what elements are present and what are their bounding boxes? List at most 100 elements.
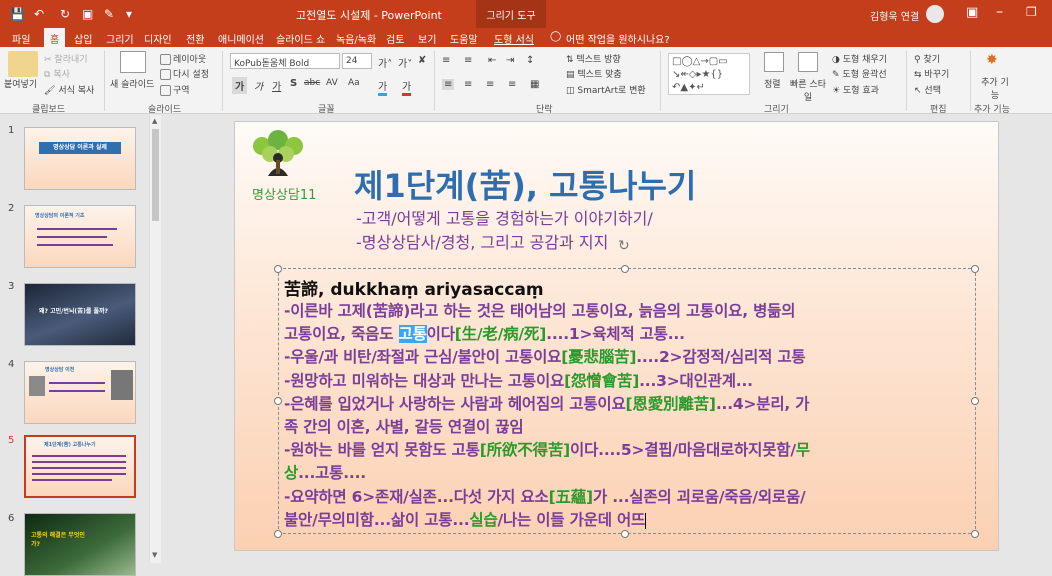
resize-handle[interactable] xyxy=(621,530,629,538)
touch-mode-icon[interactable]: ✎ xyxy=(104,7,114,21)
align-center-icon[interactable]: ≡ xyxy=(464,79,472,90)
shape-fill-button[interactable]: ◑ 도형 채우기 xyxy=(832,52,887,65)
scroll-thumb[interactable] xyxy=(152,129,159,221)
justify-icon[interactable]: ≡ xyxy=(508,79,516,90)
user-name[interactable]: 김형욱 연결 xyxy=(870,8,919,23)
restore-icon[interactable]: ❐ xyxy=(1026,5,1037,19)
slide-thumbnail-5-selected[interactable]: 제1단계(苦) 고통나누기 xyxy=(24,435,136,498)
tab-shape-format[interactable]: 도형 서식 xyxy=(494,31,534,46)
resize-handle[interactable] xyxy=(274,397,282,405)
slide-thumbnail-6[interactable]: 고통의 해결은 무엇인가? xyxy=(24,513,136,576)
italic-button[interactable]: 가 xyxy=(254,78,263,93)
shadow-button[interactable]: S xyxy=(290,78,297,89)
body-line[interactable]: -이른바 고제(苦諦)라고 하는 것은 태어남의 고통이요, 늙음의 고통이요,… xyxy=(284,299,795,321)
underline-button[interactable]: 가 xyxy=(272,78,281,93)
reset-button[interactable]: 다시 설정 xyxy=(160,67,209,80)
addins-button[interactable]: 추가 기능 xyxy=(980,75,1010,101)
shape-effects-button[interactable]: ☀ 도형 효과 xyxy=(832,83,879,96)
resize-handle[interactable] xyxy=(971,265,979,273)
undo-icon[interactable]: ↶ xyxy=(34,7,44,21)
text-direction-button[interactable]: ⇅ 텍스트 방향 xyxy=(566,52,621,65)
slide-subtitle-2[interactable]: -명상상담사/경청, 그리고 공감과 지지 xyxy=(356,229,608,253)
slide-thumbnail-3[interactable]: 왜? 고민/번뇌(苦)를 풀까? xyxy=(24,283,136,346)
layout-button[interactable]: 레이아웃 xyxy=(160,52,206,65)
slide-thumbnail-1[interactable]: 명상상담 이론과 실제 xyxy=(24,127,136,190)
minimize-icon[interactable]: – xyxy=(996,4,1003,20)
font-color-button[interactable]: 가 xyxy=(402,78,412,96)
slide-subtitle-1[interactable]: -고객/어떻게 고통을 경험하는가 이야기하기/ xyxy=(356,205,653,229)
cut-button[interactable]: ✂ 잘라내기 xyxy=(44,52,88,65)
body-line[interactable]: -은혜를 입었거나 사랑하는 사람과 헤어짐의 고통이요[恩愛別離苦]...4>… xyxy=(284,392,810,414)
body-line[interactable]: -우울/과 비탄/좌절과 근심/불안이 고통이요[憂悲腦苦]....2>감정적/… xyxy=(284,345,806,367)
find-button[interactable]: ⚲ 찾기 xyxy=(914,52,940,65)
columns-icon[interactable]: ▦ xyxy=(530,79,539,90)
paste-button[interactable]: 붙여넣기 xyxy=(4,77,37,90)
tab-design[interactable]: 디자인 xyxy=(144,31,172,46)
customize-qat-icon[interactable]: ▾ xyxy=(126,7,132,21)
increase-font-icon[interactable]: 가˄ xyxy=(378,55,392,70)
body-line[interactable]: -원망하고 미워하는 대상과 만나는 고통이요[怨憎會苦]...3>대인관계..… xyxy=(284,369,753,391)
font-name-select[interactable]: KoPub돋움체 Bold xyxy=(230,53,340,69)
smartart-button[interactable]: ◫ SmartArt로 변환 xyxy=(566,83,646,96)
body-line[interactable]: 불안/무의미함...삶이 고통...실습/나는 이들 가운데 어뜨 xyxy=(284,508,647,530)
change-case-button[interactable]: Aa xyxy=(348,78,360,88)
slide-thumbnail-4[interactable]: 명상상담 이전 xyxy=(24,361,136,424)
bold-button[interactable]: 가 xyxy=(232,77,248,94)
align-left-icon[interactable]: ≡ xyxy=(442,79,455,90)
format-painter-button[interactable]: 🖌 서식 복사 xyxy=(44,83,94,96)
slide-title[interactable]: 제1단계(苦), 고통나누기 xyxy=(354,161,696,207)
line-spacing-icon[interactable]: ↕ xyxy=(526,55,534,66)
numbering-icon[interactable]: ≡ xyxy=(464,55,472,66)
scroll-down-icon[interactable]: ▼ xyxy=(152,551,157,559)
tab-file[interactable]: 파일 xyxy=(12,31,30,46)
ribbon-display-icon[interactable]: ▣ xyxy=(966,5,978,20)
save-icon[interactable]: 💾 xyxy=(10,7,25,21)
section-button[interactable]: 구역 xyxy=(160,83,190,96)
arrange-button[interactable]: 정렬 xyxy=(764,77,781,90)
decrease-font-icon[interactable]: 가˅ xyxy=(398,55,412,70)
resize-handle[interactable] xyxy=(971,530,979,538)
tab-animations[interactable]: 애니메이션 xyxy=(218,31,264,46)
resize-handle[interactable] xyxy=(274,265,282,273)
tab-transitions[interactable]: 전환 xyxy=(186,31,204,46)
replace-button[interactable]: ⇆ 바꾸기 xyxy=(914,67,949,80)
avatar[interactable] xyxy=(926,5,944,23)
strikethrough-button[interactable]: abc xyxy=(304,78,320,88)
shape-outline-button[interactable]: ✎ 도형 윤곽선 xyxy=(832,67,887,80)
tell-me-box[interactable]: 어떤 작업을 원하시나요? xyxy=(566,31,670,46)
copy-button[interactable]: ⧉ 복사 xyxy=(44,67,70,80)
bullets-icon[interactable]: ≡ xyxy=(442,55,450,66)
tab-draw[interactable]: 그리기 xyxy=(106,31,134,46)
quick-styles-button[interactable]: 빠른 스타일 xyxy=(786,77,830,103)
redo-icon[interactable]: ↻ xyxy=(60,7,70,21)
tab-help[interactable]: 도움말 xyxy=(450,31,478,46)
resize-handle[interactable] xyxy=(274,530,282,538)
thumbnail-scrollbar[interactable]: ▲ ▼ xyxy=(149,115,161,563)
scroll-up-icon[interactable]: ▲ xyxy=(152,117,157,125)
tab-home[interactable]: 홈 xyxy=(44,28,66,47)
spacing-button[interactable]: AV xyxy=(326,78,338,88)
body-line[interactable]: 고통이요, 죽음도 고통이다[生/老/病/死]....1>육체적 고통... xyxy=(284,322,685,344)
resize-handle[interactable] xyxy=(621,265,629,273)
increase-indent-icon[interactable]: ⇥ xyxy=(506,55,514,66)
new-slide-button[interactable]: 새 슬라이드 xyxy=(110,77,154,90)
highlight-button[interactable]: 가 xyxy=(378,78,388,96)
slide-body-heading[interactable]: 苦諦, dukkhaṃ ariyasaccaṃ xyxy=(284,275,544,300)
decrease-indent-icon[interactable]: ⇤ xyxy=(488,55,496,66)
tab-view[interactable]: 보기 xyxy=(418,31,436,46)
select-button[interactable]: ↖ 선택 xyxy=(914,83,941,96)
font-size-select[interactable]: 24 xyxy=(342,53,372,69)
body-line[interactable]: -원하는 바를 얻지 못함도 고통[所欲不得苦]이다....5>결핍/마음대로하… xyxy=(284,438,810,460)
tab-insert[interactable]: 삽입 xyxy=(74,31,92,46)
body-line[interactable]: 상...고통.... xyxy=(284,461,366,483)
clear-format-icon[interactable]: ✘ xyxy=(418,55,426,66)
tab-record[interactable]: 녹음/녹화 xyxy=(336,31,376,46)
slide-thumbnail-2[interactable]: 명상상담의 이론적 기초 xyxy=(24,205,136,268)
tab-slideshow[interactable]: 슬라이드 쇼 xyxy=(276,31,325,46)
tab-review[interactable]: 검토 xyxy=(386,31,404,46)
shapes-gallery[interactable]: □◯△→▢▭ ↘↞◇▸★{} ↶▲✦↵ xyxy=(668,53,750,95)
body-line[interactable]: 족 간의 이혼, 사별, 갈등 연결이 끊임 xyxy=(284,415,524,437)
body-line[interactable]: -요약하면 6>존재/실존...다섯 가지 요소[五蘊]가 ...실존의 괴로움… xyxy=(284,485,806,507)
align-text-button[interactable]: ▤ 텍스트 맞춤 xyxy=(566,67,622,80)
resize-handle[interactable] xyxy=(971,397,979,405)
